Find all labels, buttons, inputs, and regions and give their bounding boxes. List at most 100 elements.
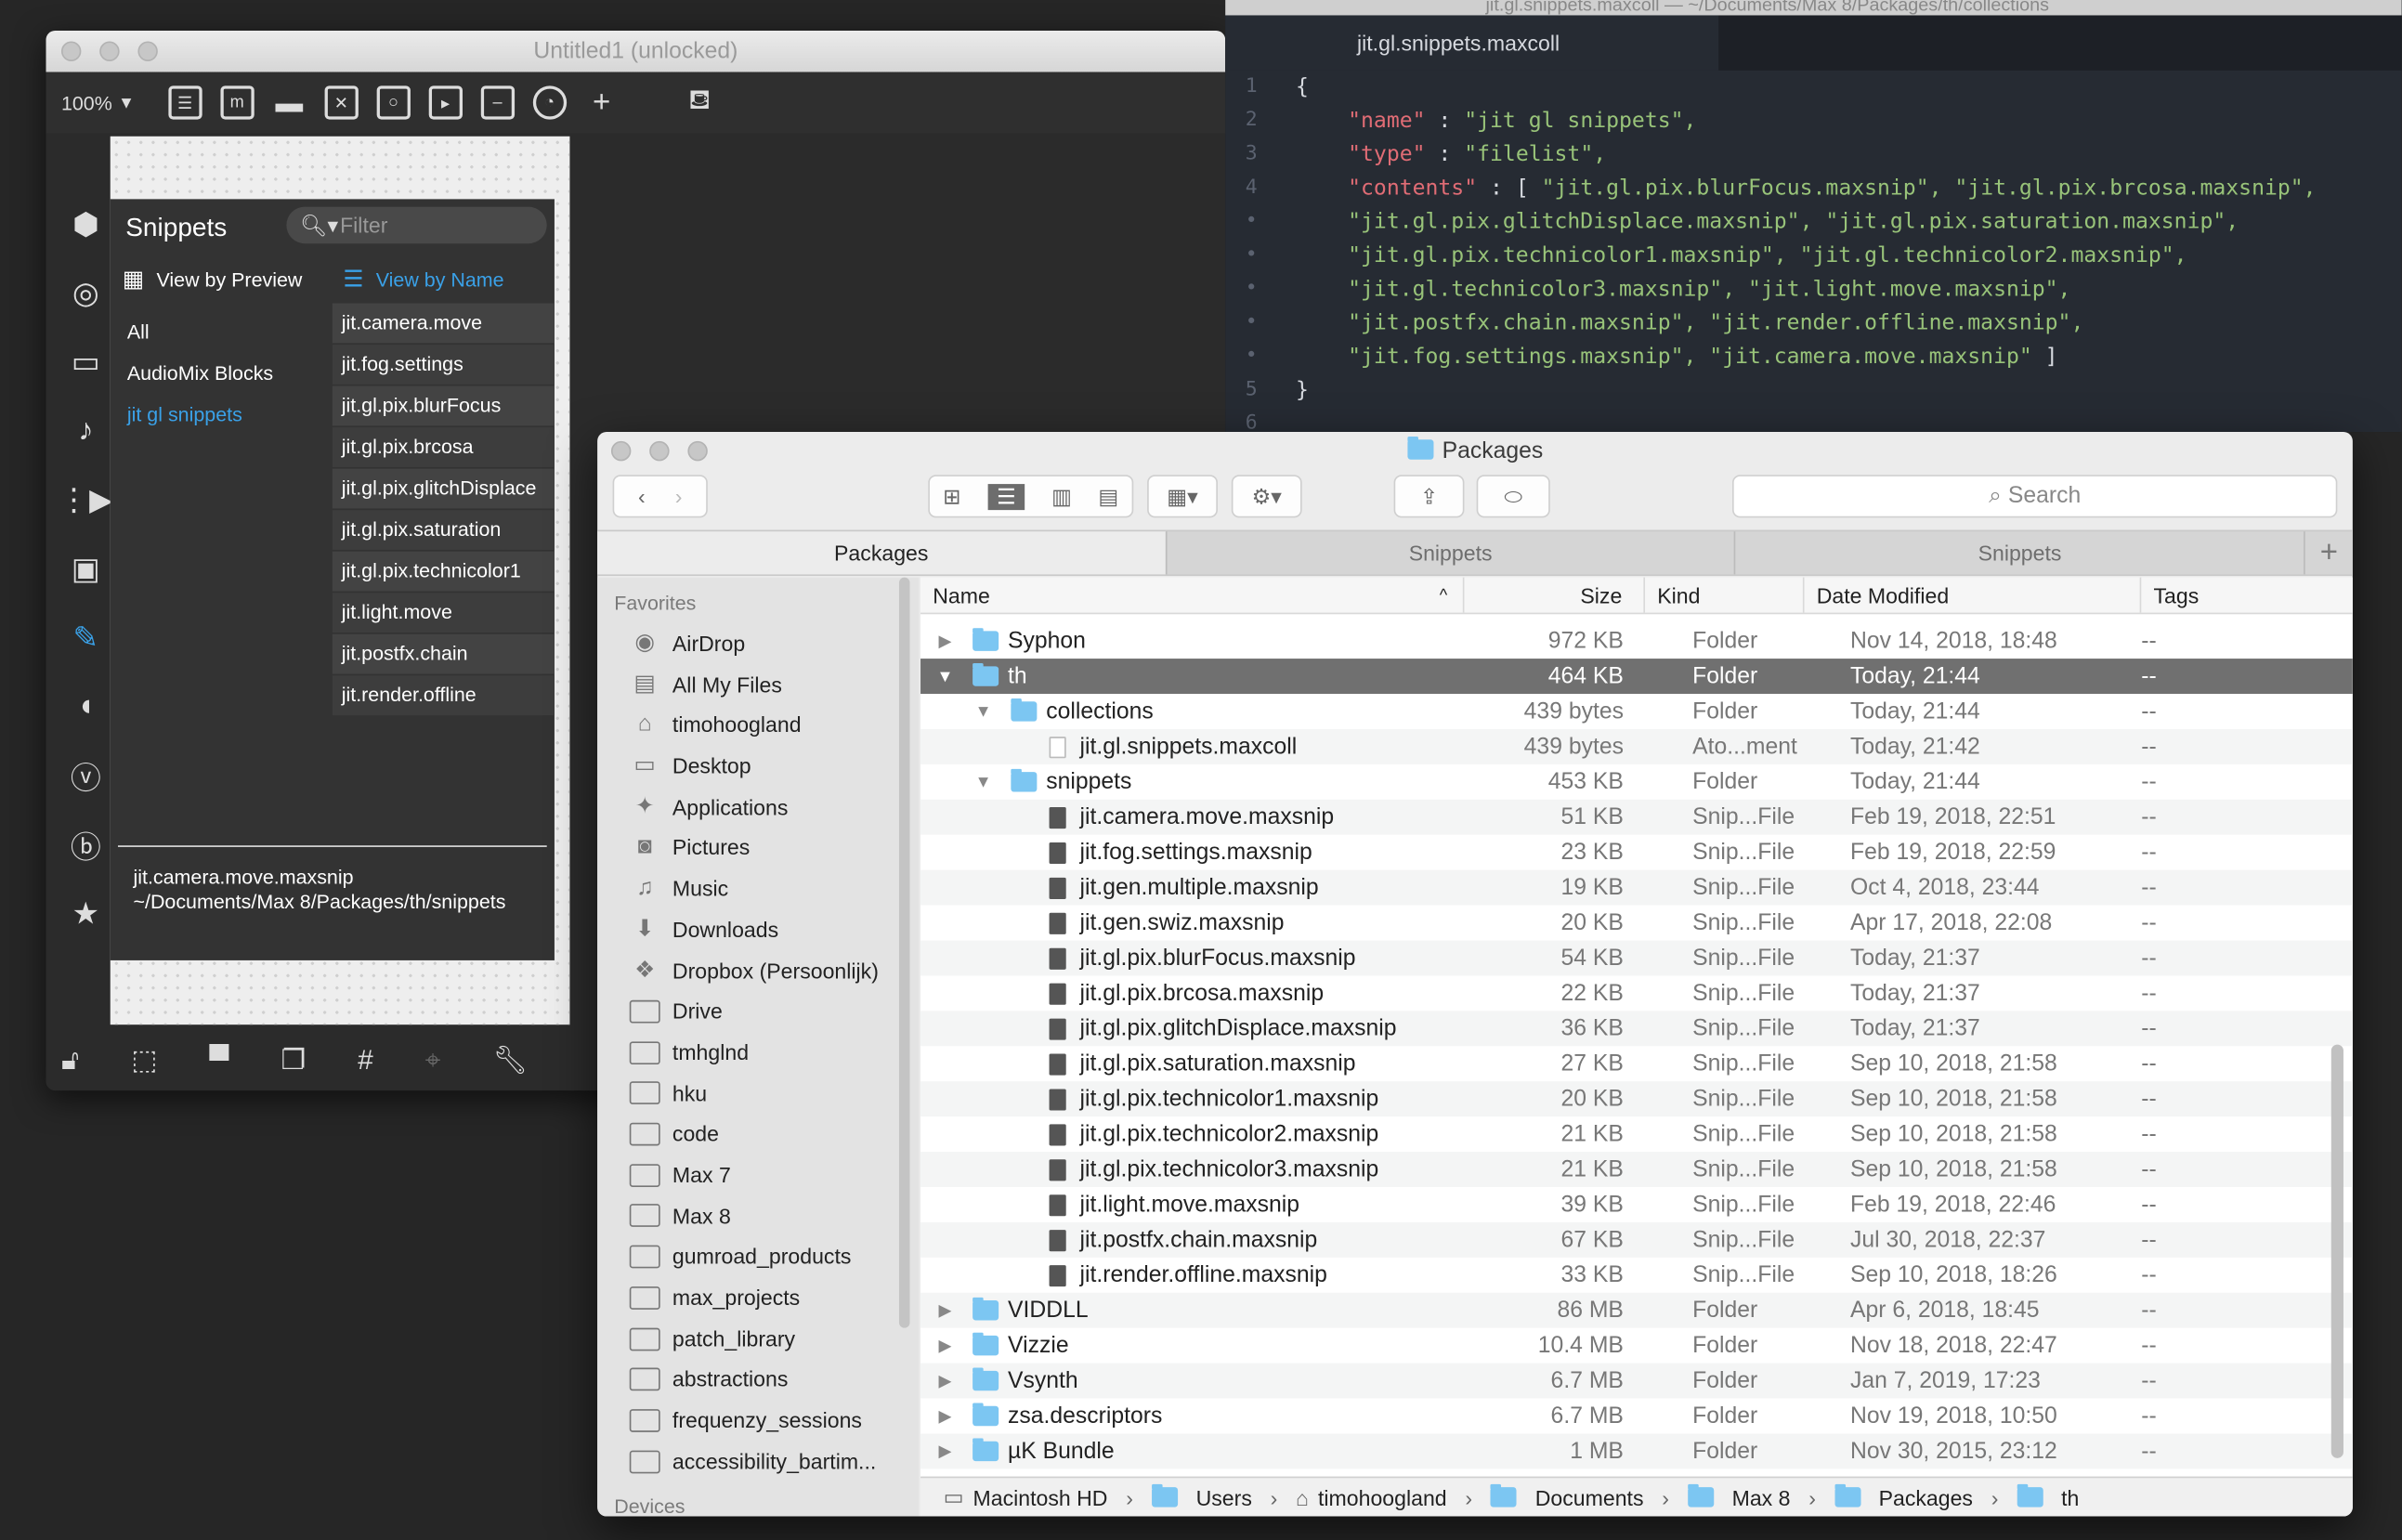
sidebar-item[interactable]: ◉ AirDrop xyxy=(597,623,919,664)
coverflow-view-icon[interactable]: ▤ xyxy=(1098,483,1118,509)
message-box-icon[interactable]: m xyxy=(220,85,255,120)
disclosure-closed-icon[interactable]: ▶ xyxy=(933,1442,957,1461)
disclosure-closed-icon[interactable]: ▶ xyxy=(933,631,957,651)
path-item[interactable]: Max 8 xyxy=(1732,1485,1791,1509)
share-button[interactable]: ⇪ xyxy=(1393,475,1465,518)
play-icon[interactable]: ▸ xyxy=(428,85,463,120)
minimize-button[interactable] xyxy=(99,41,120,61)
snippet-item[interactable]: jit.postfx.chain xyxy=(332,633,555,674)
sidebar-item[interactable]: max_projects xyxy=(597,1277,919,1318)
sidebar-item[interactable]: ⌂ timohoogland xyxy=(597,705,919,746)
presentation-select-icon[interactable]: ⬚ xyxy=(131,1044,157,1077)
comment-icon[interactable]: ▬ xyxy=(272,85,306,119)
sidebar-item[interactable]: accessibility_bartim... xyxy=(597,1441,919,1481)
snippet-item[interactable]: jit.gl.pix.technicolor1 xyxy=(332,551,555,592)
table-row[interactable]: jit.gl.pix.brcosa.maxsnip 22 KB Snip...Fil… xyxy=(920,975,2353,1011)
slider-icon[interactable]: – xyxy=(480,85,515,120)
sidebar-item[interactable]: code xyxy=(597,1114,919,1155)
disclosure-open-icon[interactable]: ▼ xyxy=(971,773,995,791)
paint-bucket-icon[interactable]: ⛾ xyxy=(683,85,716,119)
close-button[interactable] xyxy=(60,41,82,61)
forward-icon[interactable]: › xyxy=(675,484,683,508)
snippet-item[interactable]: jit.gl.pix.brcosa xyxy=(332,427,555,467)
snippet-item[interactable]: jit.fog.settings xyxy=(332,345,555,385)
category-item[interactable]: All xyxy=(127,311,273,353)
table-row[interactable]: ▶ µK Bundle 1 MB Folder Nov 30, 2015, 23:12 -… xyxy=(920,1433,2353,1469)
snippet-item[interactable]: jit.light.move xyxy=(332,593,555,633)
list-view-icon[interactable]: ☰ xyxy=(987,483,1025,510)
table-row[interactable]: ▶ VIDDLL 86 MB Folder Apr 6, 2018, 18:45 -- xyxy=(920,1292,2353,1328)
wrench-icon[interactable]: 🔧︎ xyxy=(493,1044,529,1077)
path-item[interactable]: Documents xyxy=(1535,1485,1644,1509)
sequence-icon[interactable]: ⋮▶ xyxy=(59,475,112,524)
disclosure-closed-icon[interactable]: ▶ xyxy=(933,1406,957,1426)
tab-snippets[interactable]: Snippets xyxy=(1734,531,2304,575)
toggle-icon[interactable]: ✕ xyxy=(324,85,359,120)
table-row[interactable]: jit.light.move.maxsnip 39 KB Snip...File Fe… xyxy=(920,1187,2353,1222)
button-icon[interactable]: ○ xyxy=(376,85,411,120)
vizzie-icon[interactable]: ⓥ xyxy=(71,750,101,800)
view-mode-buttons[interactable]: ⊞ ☰ ▥ ▤ xyxy=(928,475,1134,518)
column-kind[interactable]: Kind xyxy=(1645,577,1805,613)
path-item[interactable]: Packages xyxy=(1879,1485,1973,1509)
sidebar-item[interactable]: ♫ Music xyxy=(597,868,919,909)
plus-icon[interactable]: + xyxy=(585,85,619,119)
presentation-icon[interactable]: ▀ xyxy=(209,1044,228,1077)
sidebar-item[interactable]: hku xyxy=(597,1073,919,1114)
table-row[interactable]: jit.gl.snippets.maxcoll 439 bytes Ato...me… xyxy=(920,728,2353,764)
package-icon[interactable]: ⬢ xyxy=(72,199,99,248)
list-scrollbar[interactable] xyxy=(2330,1044,2343,1458)
sidebar-item[interactable]: ❖ Dropbox (Persoonlijk) xyxy=(597,950,919,991)
snippet-item[interactable]: jit.camera.move xyxy=(332,303,555,344)
table-row[interactable]: jit.camera.move.maxsnip 51 KB Snip...File F… xyxy=(920,799,2353,835)
filter-input[interactable]: 🔍︎▾ Filter xyxy=(286,206,547,244)
column-view-icon[interactable]: ▥ xyxy=(1051,483,1072,509)
action-dropdown[interactable]: ⚙▾ xyxy=(1231,475,1302,518)
sidebar-item[interactable]: patch_library xyxy=(597,1318,919,1359)
snippet-item[interactable]: jit.gl.pix.saturation xyxy=(332,510,555,550)
snippet-item[interactable]: jit.gl.pix.blurFocus xyxy=(332,385,555,426)
star-icon[interactable]: ★ xyxy=(72,888,100,937)
disclosure-closed-icon[interactable]: ▶ xyxy=(933,1336,957,1356)
snap-icon[interactable]: ⌖ xyxy=(425,1044,441,1077)
sidebar-item[interactable]: ⬇ Downloads xyxy=(597,909,919,950)
sidebar-item[interactable]: ▭ Desktop xyxy=(597,746,919,787)
table-row[interactable]: jit.postfx.chain.maxsnip 67 KB Snip...File… xyxy=(920,1221,2353,1258)
sidebar-item[interactable]: Max 8 xyxy=(597,1195,919,1236)
path-item[interactable]: timohoogland xyxy=(1318,1485,1447,1509)
table-row[interactable]: jit.fog.settings.maxsnip 23 KB Snip...File… xyxy=(920,835,2353,870)
table-row[interactable]: ▶ Vsynth 6.7 MB Folder Jan 7, 2019, 17:23 -- xyxy=(920,1363,2353,1399)
disclosure-open-icon[interactable]: ▼ xyxy=(933,667,957,685)
table-row[interactable]: jit.gen.swiz.maxsnip 20 KB Snip...File Apr … xyxy=(920,906,2353,941)
sidebar-item[interactable]: frequenzy_sessions xyxy=(597,1400,919,1441)
beap-icon[interactable]: ⓑ xyxy=(71,819,101,868)
table-row[interactable]: ▶ Syphon 972 KB Folder Nov 14, 2018, 18:48 -- xyxy=(920,623,2353,659)
tab-snippets[interactable]: Snippets xyxy=(1165,531,1734,575)
sidebar-item[interactable]: Drive xyxy=(597,991,919,1032)
table-row[interactable]: ▶ Vizzie 10.4 MB Folder Nov 18, 2018, 22:47 -… xyxy=(920,1328,2353,1364)
sidebar-item[interactable]: abstractions xyxy=(597,1359,919,1400)
view-by-name-button[interactable]: ☰ View by Name xyxy=(343,265,503,293)
music-note-icon[interactable]: ♪ xyxy=(78,406,93,455)
bus-icon[interactable]: ▭ xyxy=(72,337,100,386)
disclosure-closed-icon[interactable]: ▶ xyxy=(933,1371,957,1391)
path-item[interactable]: Macintosh HD xyxy=(973,1485,1108,1509)
zoom-button[interactable] xyxy=(137,41,158,61)
column-tags[interactable]: Tags xyxy=(2141,578,2353,613)
table-row[interactable]: ▼ collections 439 bytes Folder Today, 21:44 -… xyxy=(920,694,2353,729)
table-row[interactable]: ▼ th 464 KB Folder Today, 21:44 -- xyxy=(920,659,2353,694)
view-by-preview-button[interactable]: ▦ View by Preview xyxy=(123,265,302,293)
windows-icon[interactable]: ❐ xyxy=(281,1044,307,1077)
snippet-item[interactable]: jit.render.offline xyxy=(332,675,555,716)
column-name[interactable]: Name ^ xyxy=(920,577,1465,613)
table-row[interactable]: jit.gl.pix.blurFocus.maxsnip 54 KB Snip...… xyxy=(920,940,2353,976)
image-icon[interactable]: ▣ xyxy=(72,543,100,593)
editor-tab[interactable]: jit.gl.snippets.maxcoll xyxy=(1225,15,1719,71)
icon-view-icon[interactable]: ⊞ xyxy=(943,483,960,509)
object-box-icon[interactable]: ☰ xyxy=(168,85,202,120)
table-row[interactable]: ▼ snippets 453 KB Folder Today, 21:44 -- xyxy=(920,764,2353,800)
lock-icon[interactable]: 🔓︎ xyxy=(61,1044,79,1077)
zoom-button[interactable] xyxy=(687,440,708,462)
table-row[interactable]: jit.gl.pix.technicolor3.maxsnip 21 KB Snip… xyxy=(920,1152,2353,1187)
sidebar-scrollbar[interactable] xyxy=(898,577,910,1328)
